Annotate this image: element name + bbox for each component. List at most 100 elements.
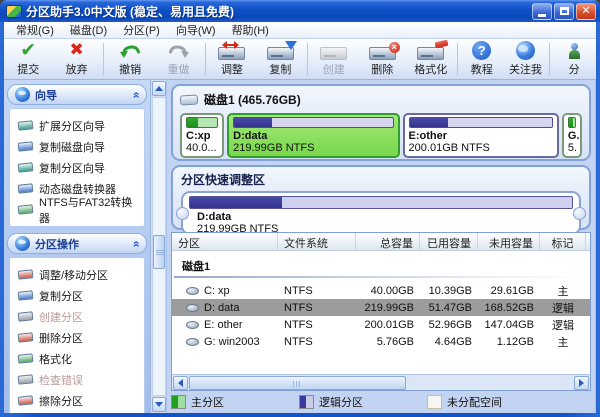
maximize-icon	[559, 7, 569, 15]
group-divider	[174, 276, 588, 278]
usage-strip	[408, 117, 553, 128]
usage-strip	[567, 117, 576, 128]
partition-block-e[interactable]: E:other 200.01GB NTFS	[402, 113, 559, 158]
close-button[interactable]: ✕	[576, 2, 596, 20]
toolbar-separator	[549, 43, 551, 75]
disk-teal-icon	[17, 162, 34, 173]
table-row-e[interactable]: E: other NTFS 200.01GB 52.96GB 147.04GB …	[172, 316, 590, 333]
usage-strip	[189, 196, 573, 209]
toolbar-separator	[306, 43, 308, 75]
column-header-partition[interactable]: 分区	[172, 233, 278, 250]
toolbar-redo-button[interactable]: 重做	[154, 39, 202, 79]
wizard-icon	[15, 87, 30, 102]
sidebar-item-create-partition[interactable]: 创建分区	[14, 306, 140, 327]
toolbar-delete-button[interactable]: × 删除	[358, 39, 406, 79]
sidebar-item-resize-move-partition[interactable]: 调整/移动分区	[14, 264, 140, 285]
toolbar-separator	[204, 43, 206, 75]
sidebar-section-partition-ops[interactable]: 分区操作 »	[7, 233, 147, 254]
toolbar-tutorial-button[interactable]: ? 教程	[460, 39, 504, 79]
scrollbar-thumb[interactable]	[153, 234, 165, 269]
toolbar-create-button[interactable]: 创建	[310, 39, 358, 79]
resize-handle-left[interactable]	[176, 207, 189, 220]
partition-icon	[186, 286, 199, 295]
disk-gray-icon	[17, 311, 34, 322]
partition-block-c[interactable]: C:xp 40.0...	[180, 113, 225, 158]
partition-icon	[186, 303, 199, 312]
app-icon	[6, 4, 22, 18]
sidebar-item-wipe-partition[interactable]: 擦除分区	[14, 390, 140, 411]
legend: 主分区 逻辑分区 未分配空间	[171, 393, 591, 411]
scrollbar-track[interactable]	[152, 97, 166, 396]
resize-handle-right[interactable]	[573, 207, 586, 220]
sidebar-item-copy-partition[interactable]: 复制分区	[14, 285, 140, 306]
scrollbar-thumb[interactable]	[189, 376, 407, 390]
table-row-g[interactable]: G: win2003 NTFS 5.76GB 4.64GB 1.12GB 主	[172, 333, 590, 350]
sidebar-scrollbar[interactable]	[150, 80, 166, 413]
scroll-up-button[interactable]	[152, 81, 166, 96]
disk-red-icon	[17, 269, 34, 280]
column-header-flag[interactable]: 标记	[540, 233, 586, 250]
table-horizontal-scrollbar[interactable]	[172, 374, 590, 390]
menu-help[interactable]: 帮助(H)	[224, 21, 277, 39]
toolbar-undo-button[interactable]: 撤销	[106, 39, 154, 79]
unallocated-swatch-icon	[427, 395, 442, 409]
main-area: 磁盘1 (465.76GB) C:xp 40.0... D:data 219.9…	[167, 80, 595, 413]
toolbar-separator	[456, 43, 458, 75]
sidebar-item-delete-partition[interactable]: 删除分区	[14, 327, 140, 348]
maximize-button[interactable]	[554, 2, 574, 20]
resize-bar[interactable]: D:data 219.99GB NTFS	[176, 191, 586, 235]
scroll-right-button[interactable]	[574, 376, 589, 390]
chevron-up-icon[interactable]: »	[129, 240, 143, 247]
sidebar-item-ntfs-fat32-converter[interactable]: NTFS与FAT32转换器	[14, 197, 140, 225]
toolbar-resize-button[interactable]: 调整	[208, 39, 256, 79]
partition-block-d[interactable]: D:data 219.99GB NTFS	[227, 113, 400, 158]
toolbar-follow-button[interactable]: 关注我	[504, 39, 548, 79]
menu-partition[interactable]: 分区(P)	[115, 21, 168, 39]
disk-create-icon	[320, 42, 348, 60]
scroll-left-button[interactable]	[173, 376, 188, 390]
quick-resize-title: 分区快速调整区	[181, 173, 266, 187]
partition-icon	[186, 337, 199, 346]
disk-delete-icon: ×	[368, 42, 400, 60]
menu-wizard[interactable]: 向导(W)	[168, 21, 224, 39]
table-row-d[interactable]: D: data NTFS 219.99GB 51.47GB 168.52GB 逻…	[172, 299, 590, 316]
toolbar-format-button[interactable]: 格式化	[406, 39, 454, 79]
chevron-up-icon[interactable]: »	[129, 91, 143, 98]
menu-disk[interactable]: 磁盘(D)	[62, 21, 115, 39]
toolbar-share-button[interactable]: 分	[552, 39, 596, 79]
disk-teal-icon	[17, 120, 34, 131]
toolbar: ✔ 提交 ✖ 放弃 撤销 重做 调整 复制 创建 × 删除 格式化 ? 教程 关…	[4, 39, 596, 80]
legend-logical: 逻辑分区	[299, 394, 419, 410]
app-window: 分区助手3.0中文版 (稳定、易用且免费) ✕ 常规(G) 磁盘(D) 分区(P…	[0, 0, 600, 417]
scroll-down-button[interactable]	[152, 397, 166, 412]
table-row-c[interactable]: C: xp NTFS 40.00GB 10.39GB 29.61GB 主	[172, 282, 590, 299]
toolbar-submit-button[interactable]: ✔ 提交	[4, 39, 52, 79]
toolbar-copy-button[interactable]: 复制	[256, 39, 304, 79]
window-title: 分区助手3.0中文版 (稳定、易用且免费)	[26, 4, 235, 19]
disk-format-icon	[417, 39, 449, 60]
disk-gray-icon	[17, 374, 34, 385]
partition-ops-icon	[15, 236, 30, 251]
sidebar-item-copy-disk-wizard[interactable]: 复制磁盘向导	[14, 136, 140, 157]
column-header-total[interactable]: 总容量	[356, 233, 420, 250]
sidebar-item-format[interactable]: 格式化	[14, 348, 140, 369]
legend-unallocated: 未分配空间	[427, 394, 547, 410]
partition-icon	[186, 320, 199, 329]
disk1-title: 磁盘1 (465.76GB)	[204, 93, 301, 107]
disk-red-icon	[17, 332, 34, 343]
column-header-free[interactable]: 未用容量	[478, 233, 540, 250]
disk-group-row[interactable]: 磁盘1	[172, 251, 590, 276]
usage-strip	[186, 117, 219, 128]
sidebar-item-copy-partition-wizard[interactable]: 复制分区向导	[14, 157, 140, 178]
minimize-button[interactable]	[532, 2, 552, 20]
sidebar-item-extend-partition-wizard[interactable]: 扩展分区向导	[14, 115, 140, 136]
menu-general[interactable]: 常规(G)	[8, 21, 62, 39]
menu-bar: 常规(G) 磁盘(D) 分区(P) 向导(W) 帮助(H)	[4, 22, 596, 39]
sidebar-section-wizards[interactable]: 向导 »	[7, 84, 147, 105]
toolbar-discard-button[interactable]: ✖ 放弃	[52, 39, 100, 79]
sidebar-item-check-errors[interactable]: 检查错误	[14, 369, 140, 390]
partition-block-g[interactable]: G. 5.	[561, 113, 582, 158]
column-header-filesystem[interactable]: 文件系统	[278, 233, 356, 250]
column-header-used[interactable]: 已用容量	[420, 233, 478, 250]
triangle-up-icon	[155, 86, 163, 91]
